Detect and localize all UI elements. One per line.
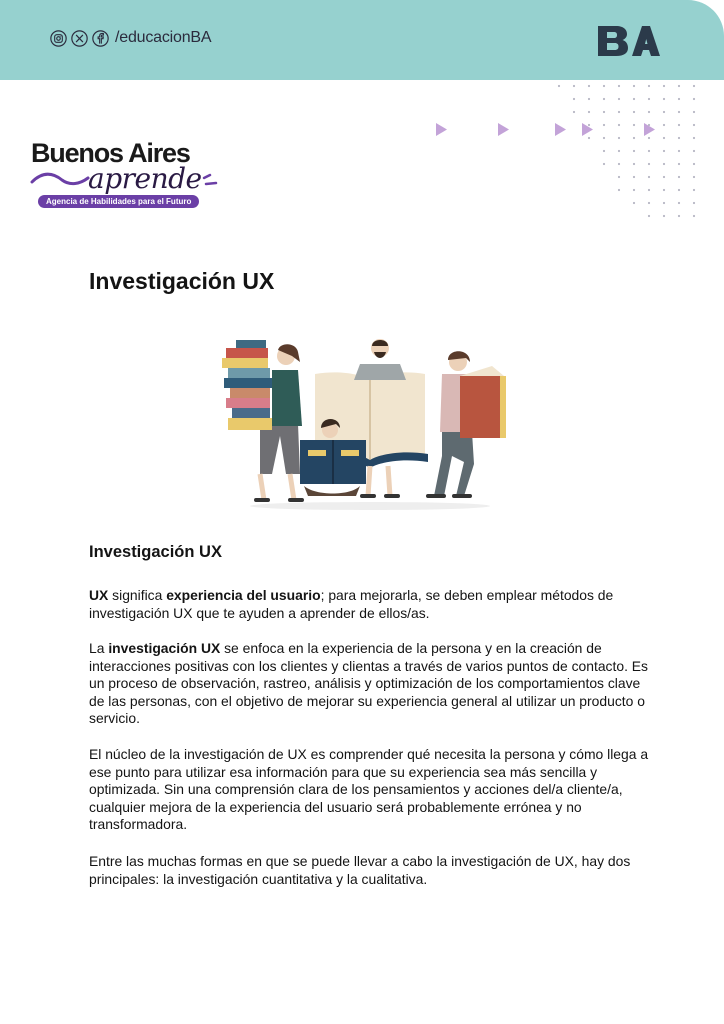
p1-text-1: significa bbox=[108, 587, 167, 603]
p1-bold-1: UX bbox=[89, 587, 109, 603]
p2-text-1: La bbox=[89, 640, 109, 656]
brand-squiggle bbox=[30, 172, 90, 186]
section-title: Investigación UX bbox=[89, 543, 222, 561]
instagram-icon[interactable] bbox=[50, 29, 67, 47]
p1-bold-2: experiencia del usuario bbox=[166, 587, 321, 603]
social-links: /educacionBA bbox=[50, 29, 212, 47]
paragraph-3: El núcleo de la investigación de UX es c… bbox=[89, 746, 649, 833]
paragraph-2: La investigación UX se enfoca en la expe… bbox=[89, 640, 649, 728]
paragraph-1: UX significa experiencia del usuario; pa… bbox=[89, 587, 649, 622]
decorative-dot-grid bbox=[555, 82, 705, 222]
brand-script: aprende bbox=[88, 162, 202, 195]
p2-bold-1: investigación UX bbox=[108, 640, 221, 656]
paragraph-4: Entre las muchas formas en que se puede … bbox=[89, 853, 631, 887]
page-title: Investigación UX bbox=[89, 268, 275, 294]
brand-tagline: Agencia de Habilidades para el Futuro bbox=[38, 195, 200, 208]
x-icon[interactable] bbox=[71, 29, 88, 47]
people-with-books-illustration bbox=[222, 339, 506, 510]
brand-tail bbox=[202, 173, 218, 186]
facebook-icon[interactable] bbox=[92, 29, 109, 47]
social-handle[interactable]: /educacionBA bbox=[115, 29, 212, 47]
header-band: /educacionBA bbox=[0, 0, 724, 80]
ba-logo bbox=[598, 26, 660, 56]
